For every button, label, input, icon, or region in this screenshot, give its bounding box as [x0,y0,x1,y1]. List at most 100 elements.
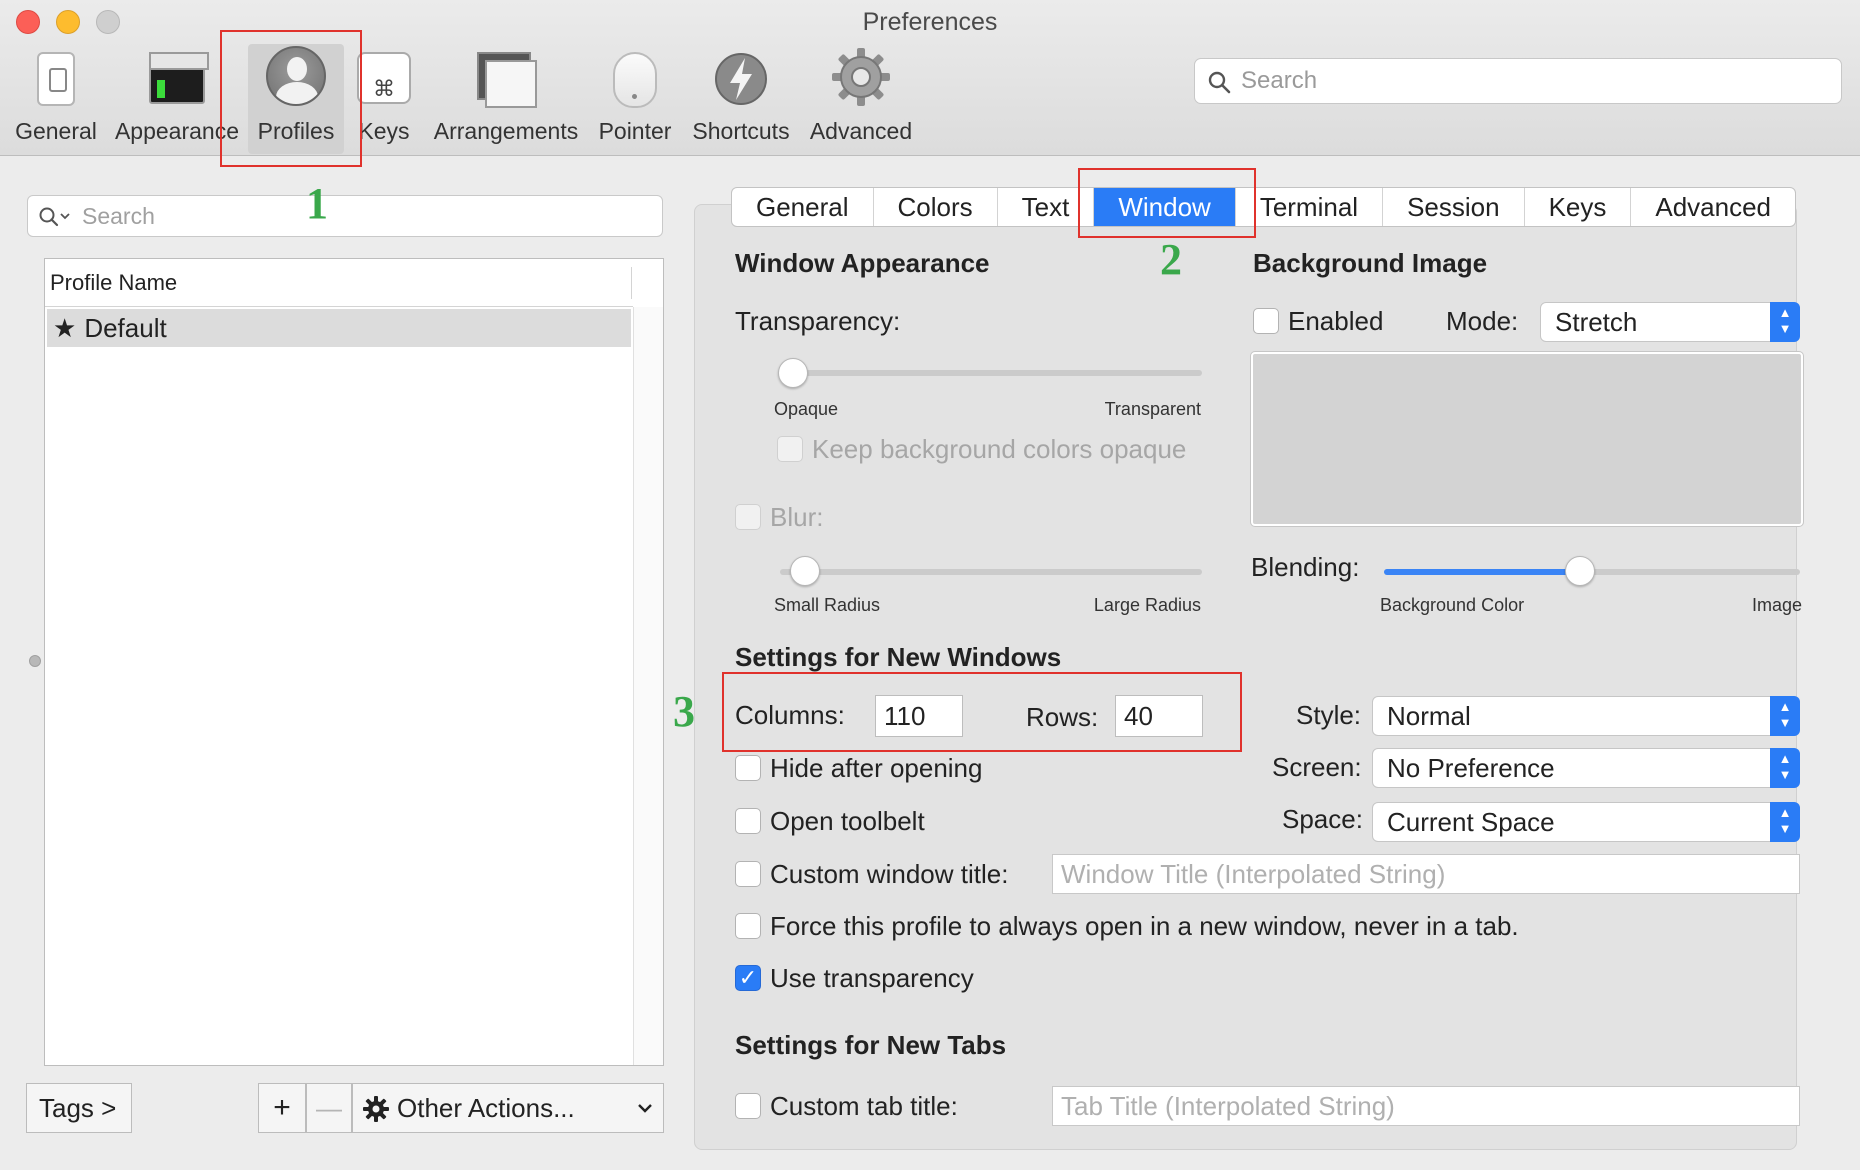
toolbar: Preferences General Appearance Profiles … [0,0,1860,167]
toolbar-item-pointer[interactable]: Pointer [590,44,680,154]
arrangements-icon [477,52,537,108]
annotation-box-2 [1078,168,1256,238]
other-actions-button[interactable]: Other Actions... [352,1083,664,1133]
blending-min-label: Background Color [1380,595,1525,615]
transparency-label: Transparency: [735,306,901,336]
blending-slider-fill [1384,569,1580,575]
force-new-window-label: Force this profile to always open in a n… [770,911,1519,941]
custom-tab-title-field[interactable]: Tab Title (Interpolated String) [1052,1086,1800,1126]
preferences-search-field[interactable] [1194,58,1842,104]
search-icon [1208,71,1231,94]
up-down-arrows-icon: ▲ ▼ [1770,302,1800,342]
space-select[interactable]: Current Space ▲ ▼ [1372,802,1800,842]
blur-slider-track[interactable] [780,569,1202,575]
space-select-value: Current Space [1387,807,1555,837]
general-icon [37,52,75,106]
blur-checkbox[interactable] [735,504,761,530]
keep-background-opaque-checkbox[interactable] [777,436,803,462]
toolbar-item-arrangements[interactable]: Arrangements [428,44,584,154]
profile-list[interactable]: Profile Name ★ Default [44,258,664,1066]
custom-tab-title-label: Custom tab title: [770,1091,958,1121]
columns-label: Columns: [735,700,845,730]
up-down-arrows-icon: ▲ ▼ [1770,748,1800,788]
annotation-number-2: 2 [1160,235,1182,284]
gear-icon [830,46,892,108]
background-image-enabled-label: Enabled [1288,306,1384,336]
profile-list-scrollbar[interactable] [633,307,663,1065]
mode-select-value: Stretch [1555,307,1638,337]
rows-field[interactable]: 40 [1115,695,1203,737]
appearance-icon [149,52,209,104]
force-new-window-checkbox[interactable] [735,913,761,939]
transparency-min-label: Opaque [774,399,839,419]
profile-search-input[interactable] [80,201,640,231]
toolbar-item-label: General [15,118,97,144]
style-label: Style: [1296,700,1362,730]
annotation-box-1 [220,30,362,167]
gear-icon [363,1096,389,1122]
tab-advanced[interactable]: Advanced [1631,188,1795,226]
mode-select[interactable]: Stretch ▲ ▼ [1540,302,1800,342]
space-label: Space: [1282,804,1363,834]
keys-icon: ⌘ [357,52,411,104]
blur-min-label: Small Radius [774,595,881,615]
blending-max-label: Image [1751,595,1802,615]
custom-window-title-checkbox[interactable] [735,861,761,887]
open-toolbelt-label: Open toolbelt [770,806,925,836]
blending-slider-knob[interactable] [1564,556,1595,586]
tab-terminal[interactable]: Terminal [1236,188,1384,226]
open-toolbelt-checkbox[interactable] [735,808,761,834]
tab-general[interactable]: General [732,188,874,226]
toolbar-item-general[interactable]: General [8,44,104,154]
annotation-number-1: 1 [306,179,328,228]
tags-button[interactable]: Tags > [26,1083,132,1133]
toolbar-item-label: Shortcuts [692,118,790,144]
add-profile-button[interactable]: + [258,1083,306,1133]
toolbar-item-shortcuts[interactable]: Shortcuts [686,44,796,154]
window-appearance-heading: Window Appearance [735,248,990,278]
tab-keys[interactable]: Keys [1525,188,1632,226]
up-down-arrows-icon: ▲ ▼ [1770,802,1800,842]
keep-background-opaque-label: Keep background colors opaque [812,434,1187,464]
screen-select[interactable]: No Preference ▲ ▼ [1372,748,1800,788]
background-image-enabled-checkbox[interactable] [1253,308,1279,334]
background-image-heading: Background Image [1253,248,1488,278]
toolbar-item-label: Arrangements [433,118,579,144]
profile-name: Default [84,313,167,343]
use-transparency-checkbox[interactable]: ✓ [735,965,761,991]
column-divider [631,267,632,299]
new-tabs-heading: Settings for New Tabs [735,1030,1007,1060]
custom-window-title-field[interactable]: Window Title (Interpolated String) [1052,854,1800,894]
style-select-value: Normal [1387,701,1471,731]
star-icon: ★ [53,313,77,343]
chevron-down-icon [638,1104,652,1113]
blur-max-label: Large Radius [1093,595,1201,615]
remove-profile-button[interactable]: — [306,1083,352,1133]
shortcuts-icon [714,52,768,106]
custom-tab-title-checkbox[interactable] [735,1093,761,1119]
use-transparency-label: Use transparency [770,963,974,993]
transparency-slider-knob[interactable] [778,358,808,388]
background-image-well[interactable] [1251,352,1803,526]
preferences-search-input[interactable] [1239,65,1819,97]
transparency-slider-track[interactable] [780,370,1202,376]
hide-after-opening-checkbox[interactable] [735,755,761,781]
annotation-number-3: 3 [673,687,695,736]
new-windows-heading: Settings for New Windows [735,642,1062,672]
tab-session[interactable]: Session [1383,188,1525,226]
toolbar-item-label: Pointer [598,118,672,144]
toolbar-item-label: Advanced [809,118,913,144]
toolbar-item-advanced[interactable]: Advanced [804,44,918,154]
style-select[interactable]: Normal ▲ ▼ [1372,696,1800,736]
split-view-handle[interactable] [29,655,41,667]
profile-row-default[interactable]: ★ Default [47,309,631,347]
profile-tabs: General Colors Text Window Terminal Sess… [731,187,1797,227]
blending-label: Blending: [1251,552,1360,582]
blur-label: Blur: [770,502,824,532]
profile-search-field[interactable] [27,195,663,237]
hide-after-opening-label: Hide after opening [770,753,983,783]
custom-window-title-label: Custom window title: [770,859,1009,889]
column-header-profile-name[interactable]: Profile Name [45,259,633,307]
tab-colors[interactable]: Colors [874,188,998,226]
columns-field[interactable]: 110 [875,695,963,737]
